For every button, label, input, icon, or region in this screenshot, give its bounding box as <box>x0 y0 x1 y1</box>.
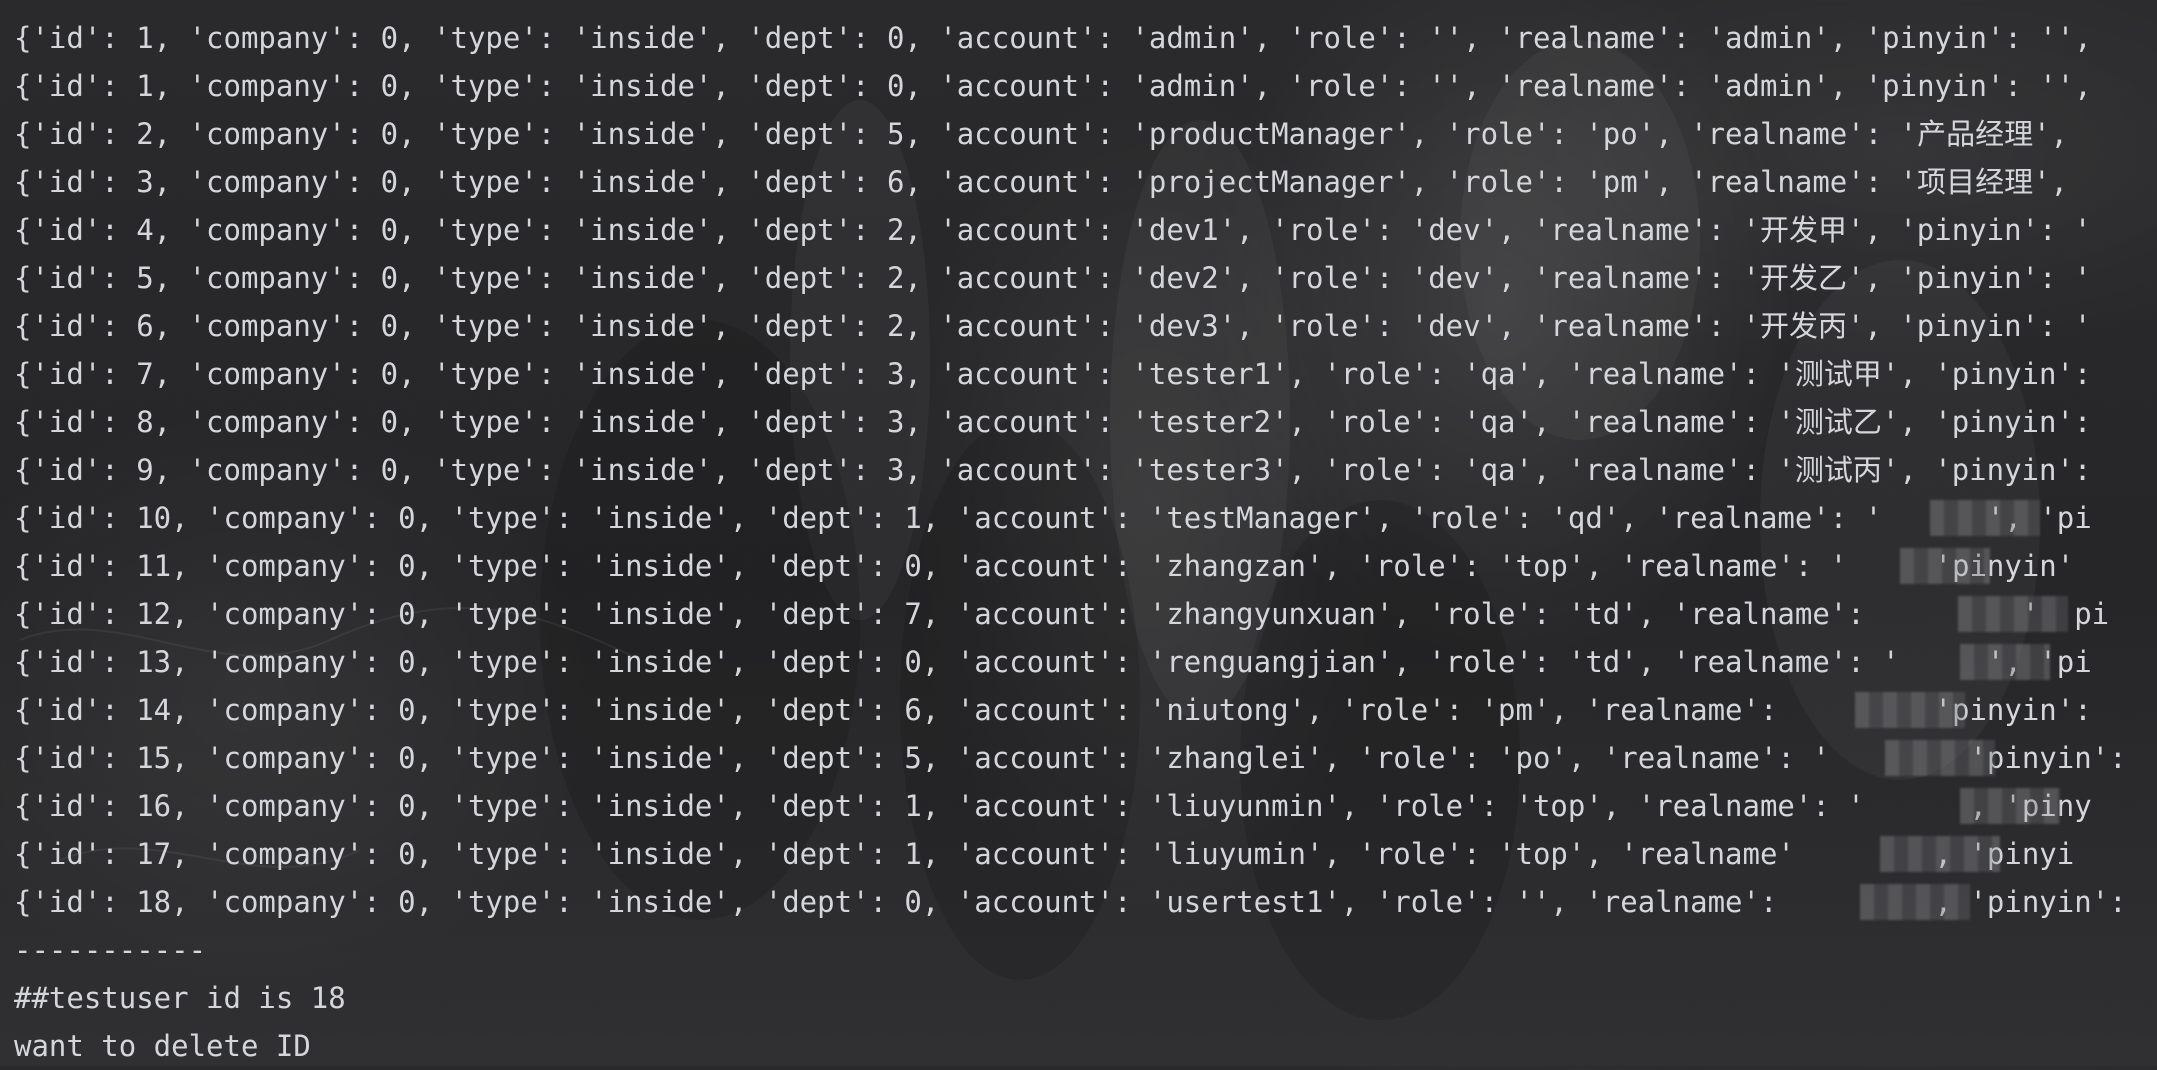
testuser-id-line: ##testuser id is 18 <box>14 981 346 1015</box>
redacted-realname <box>1880 836 2000 872</box>
delete-prompt-line: want to delete ID <box>14 1029 311 1063</box>
output-line: {'id': 1, 'company': 0, 'type': 'inside'… <box>14 69 2092 103</box>
output-line: {'id': 3, 'company': 0, 'type': 'inside'… <box>14 165 2069 199</box>
output-line: {'id': 5, 'company': 0, 'type': 'inside'… <box>14 261 2092 295</box>
output-line: {'id': 6, 'company': 0, 'type': 'inside'… <box>14 309 2092 343</box>
output-line: {'id': 14, 'company': 0, 'type': 'inside… <box>14 693 2092 727</box>
output-line: {'id': 12, 'company': 0, 'type': 'inside… <box>14 597 2110 631</box>
output-line: {'id': 7, 'company': 0, 'type': 'inside'… <box>14 357 2092 391</box>
output-line: {'id': 10, 'company': 0, 'type': 'inside… <box>14 501 2092 535</box>
output-line: {'id': 16, 'company': 0, 'type': 'inside… <box>14 789 2092 823</box>
redacted-realname <box>1900 548 1990 584</box>
output-line: {'id': 8, 'company': 0, 'type': 'inside'… <box>14 405 2092 439</box>
redacted-realname <box>1930 500 2040 536</box>
output-line: {'id': 4, 'company': 0, 'type': 'inside'… <box>14 213 2092 247</box>
redacted-realname <box>1860 884 1970 920</box>
output-line: {'id': 2, 'company': 0, 'type': 'inside'… <box>14 117 2069 151</box>
separator-line: ----------- <box>14 933 207 967</box>
output-line: {'id': 15, 'company': 0, 'type': 'inside… <box>14 741 2127 775</box>
output-line: {'id': 11, 'company': 0, 'type': 'inside… <box>14 549 2075 583</box>
output-line: {'id': 13, 'company': 0, 'type': 'inside… <box>14 645 2092 679</box>
output-line: {'id': 18, 'company': 0, 'type': 'inside… <box>14 885 2127 919</box>
redacted-realname <box>1855 692 1965 728</box>
redacted-realname <box>1958 596 2068 632</box>
terminal-output: {'id': 1, 'company': 0, 'type': 'inside'… <box>14 14 2157 1070</box>
output-line: {'id': 17, 'company': 0, 'type': 'inside… <box>14 837 2075 871</box>
output-line: {'id': 9, 'company': 0, 'type': 'inside'… <box>14 453 2092 487</box>
output-line: {'id': 1, 'company': 0, 'type': 'inside'… <box>14 21 2092 55</box>
redacted-realname <box>1960 788 2060 824</box>
redacted-realname <box>1885 740 1995 776</box>
redacted-realname <box>1960 644 2050 680</box>
